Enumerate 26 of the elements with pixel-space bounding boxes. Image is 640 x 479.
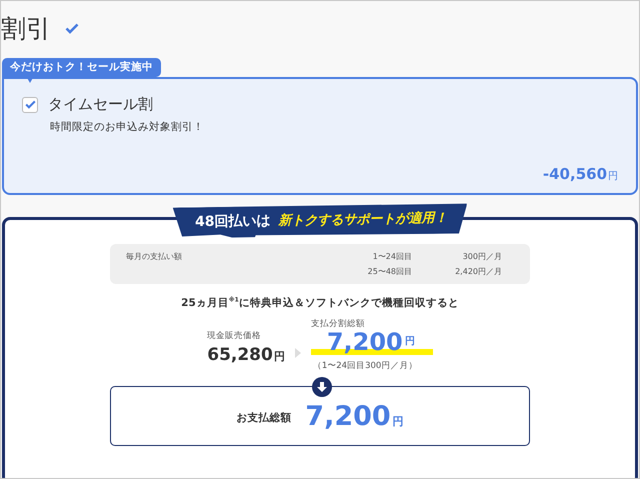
currency-unit: 円 <box>404 335 415 348</box>
cash-price: 65,280 <box>207 345 273 365</box>
currency-unit: 円 <box>274 349 285 364</box>
monthly-label: 毎月の支払い額 <box>126 251 183 263</box>
condition-text: 25ヵ月目$^{※1}$に特典申込＆ソフトバンクで機種回収すると <box>181 296 459 310</box>
payment-price: 300円／月 <box>462 251 502 262</box>
installment-label: 支払分割総額 <box>310 318 366 330</box>
checkbox[interactable] <box>22 96 38 112</box>
banner-highlight: 新トクするサポートが適用！ <box>278 210 448 230</box>
banner-lead: 48回払いは <box>194 212 270 232</box>
payment-period: 25〜48回目 <box>368 266 412 277</box>
currency-unit: 円 <box>392 414 404 428</box>
cash-price-label: 現金販売価格 <box>207 330 262 342</box>
installment-amount: 7,200 <box>326 328 403 356</box>
currency-unit: 円 <box>608 170 618 183</box>
discount-name: タイムセール割 <box>48 95 153 114</box>
payment-period: 1〜24回目 <box>372 251 412 262</box>
section-title: 割引 <box>1 14 51 44</box>
triangle-icon <box>294 348 301 358</box>
total-amount: 7,200 <box>305 400 391 432</box>
discount-amount: -40,560 <box>542 165 607 183</box>
payment-price: 2,420円／月 <box>455 266 502 277</box>
installment-note: （1〜24回目300円／月） <box>312 360 418 372</box>
total-label: お支払総額 <box>236 411 292 425</box>
check-icon <box>24 100 36 109</box>
discount-description: 時間限定のお申込み対象割引！ <box>50 120 205 134</box>
